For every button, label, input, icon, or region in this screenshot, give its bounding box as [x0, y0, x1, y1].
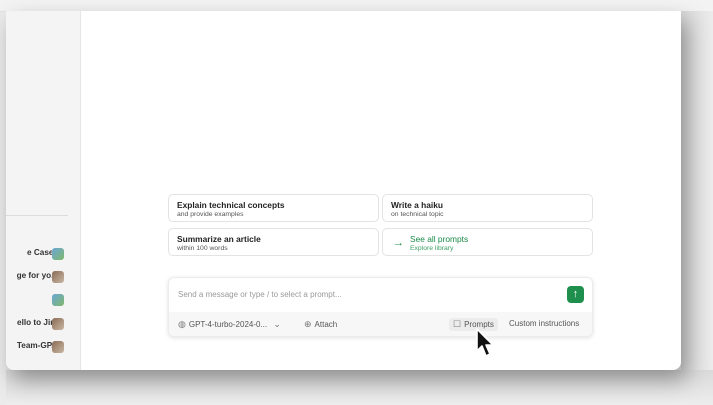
custom-instructions-label: Custom instructions: [509, 319, 580, 328]
desktop-background-bottom: [6, 370, 713, 405]
sidebar-item-conversation[interactable]: [6, 293, 80, 309]
suggestion-title: Write a haiku: [391, 200, 443, 210]
suggestion-card[interactable]: Summarize an article within 100 words: [168, 228, 379, 256]
prompt-icon: ☐: [453, 319, 462, 329]
arrow-right-icon: →: [393, 237, 404, 249]
desktop-background: [681, 11, 713, 381]
attach-button[interactable]: ⊕ Attach: [304, 319, 337, 330]
chevron-down-icon: ⌄: [273, 319, 281, 329]
library-title: See all prompts: [410, 234, 469, 244]
library-subtitle: Explore library: [410, 245, 454, 252]
sidebar-item-conversation[interactable]: e Cases: [6, 247, 80, 263]
suggestion-card[interactable]: Write a haiku on technical topic: [382, 194, 593, 222]
chat-main: Explain technical concepts and provide e…: [80, 11, 681, 370]
mouse-cursor-icon: [476, 328, 494, 357]
suggestion-subtitle: within 100 words: [177, 245, 228, 252]
suggestion-subtitle: and provide examples: [177, 211, 244, 218]
custom-instructions-button[interactable]: Custom instructions: [509, 319, 579, 328]
avatar: [52, 294, 64, 306]
composer-toolbar: ◍ GPT-4-turbo-2024-0... ⌄ ⊕ Attach ☐ Prompt…: [169, 312, 592, 336]
attach-label: Attach: [314, 320, 338, 329]
suggestion-title: Explain technical concepts: [177, 200, 285, 210]
message-input[interactable]: Send a message or type / to select a pro…: [178, 290, 342, 299]
plus-circle-icon: ⊕: [304, 319, 312, 329]
sidebar-item-conversation[interactable]: ge for yo...: [6, 270, 80, 286]
sidebar-item-conversation[interactable]: Team-GP...: [6, 340, 80, 356]
sidebar-item-conversation[interactable]: ello to Jira: [6, 317, 80, 333]
sidebar: e Cases ge for yo... ello to Jira Team-G…: [6, 11, 81, 370]
avatar: [52, 271, 64, 283]
avatar: [52, 318, 64, 330]
avatar: [52, 341, 64, 353]
see-all-prompts-card[interactable]: → See all prompts Explore library: [382, 228, 593, 256]
model-selector[interactable]: ◍ GPT-4-turbo-2024-0... ⌄: [178, 319, 284, 330]
suggestion-card[interactable]: Explain technical concepts and provide e…: [168, 194, 379, 222]
message-composer: Send a message or type / to select a pro…: [168, 277, 593, 337]
arrow-up-icon: ↑: [572, 288, 579, 300]
sidebar-divider: [6, 215, 68, 216]
globe-icon: ◍: [178, 319, 186, 329]
model-label: GPT-4-turbo-2024-0...: [188, 320, 268, 329]
send-button[interactable]: ↑: [567, 286, 584, 303]
avatar: [52, 248, 64, 260]
suggestion-subtitle: on technical topic: [391, 211, 444, 218]
app-window: e Cases ge for yo... ello to Jira Team-G…: [6, 11, 681, 370]
suggestion-title: Summarize an article: [177, 234, 261, 244]
